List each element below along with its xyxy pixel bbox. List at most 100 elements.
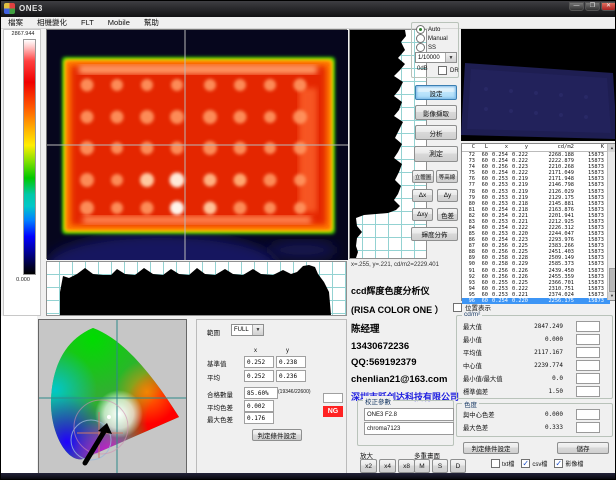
multi-S-button[interactable]: S [432,459,448,473]
cie-chromaticity-diagram[interactable] [38,319,187,479]
zoom-x8-button[interactable]: x8 [398,459,415,473]
colorbar-gradient [23,39,36,275]
contact-info: ccd辉度色度分析仪 (RISA COLOR ONE ） 陈经理 1343067… [351,284,463,409]
table-header-3: y [508,144,528,151]
judge-settings-button-mid[interactable]: 判定條件設定 [252,429,302,441]
zoom-x2-button[interactable]: x2 [360,459,377,473]
stat-value: 2117.167 [534,349,563,356]
chevron-down-icon: ▼ [252,325,263,335]
contact-qq: QQ:569192379 [351,357,463,368]
menu-item-2[interactable]: FLT [74,18,101,27]
menu-item-4[interactable]: 幫助 [137,17,166,28]
calibration-field-1[interactable]: ONE3 F2.8 [364,408,454,421]
position-checkbox[interactable] [453,303,462,312]
menu-item-3[interactable]: Mobile [101,18,137,27]
chroma-value: 0.333 [545,424,563,431]
table-cell: 0.220 [508,298,528,304]
average-x-field[interactable]: 0.252 [244,370,274,382]
menu-bar: 檔案相機變化FLTMobile幫助 [1,17,616,29]
scrollbar-thumb[interactable] [609,268,616,292]
reference-x-field[interactable]: 0.252 [244,356,274,368]
reference-y-field[interactable]: 0.238 [276,356,306,368]
radio-manual-label: Manual [428,36,448,42]
scroll-up-icon[interactable]: ▲ [608,144,616,152]
luminance-dist-button[interactable]: 輝度分佈 [411,227,458,241]
color-diff-button[interactable]: 色差 [437,208,458,221]
judge-settings-button-right[interactable]: 判定條件設定 [463,442,519,454]
table-header-0: C [462,144,475,151]
multi-D-button[interactable]: D [450,459,466,473]
calibration-field-2[interactable]: chroma7123 [364,422,454,435]
chroma-row: 與中心色差0.000 [463,408,608,420]
table-cell: 2256.175 [528,298,574,304]
zoom-buttons: x2x4x8 [360,459,415,473]
scroll-down-icon[interactable]: ▼ [608,292,616,300]
analyze-button[interactable]: 分析 [415,125,457,140]
minimize-button[interactable]: — [569,2,584,11]
app-icon [4,3,15,14]
save-button[interactable]: 儲存 [557,442,609,454]
measurement-table[interactable]: CLxycd/m2K 72600.2540.2222268.1881587373… [461,143,616,301]
save-check-box[interactable] [521,459,530,468]
menu-item-1[interactable]: 相機變化 [30,17,74,28]
save-check-2[interactable]: 影像檔 [554,459,583,468]
multi-M-button[interactable]: M [414,459,430,473]
range-dropdown[interactable]: FULL ▼ [231,324,264,336]
delta-y-button[interactable]: Δy [437,189,458,202]
shutter-value: 1/10000 [416,55,445,61]
save-check-box[interactable] [554,459,563,468]
zoom-x4-button[interactable]: x4 [379,459,396,473]
ng-status-badge: NG [323,406,343,417]
stereo-button[interactable]: 立體圖 [412,170,434,183]
chroma-stats-box: 色度 與中心色差0.000最大色差0.333 [456,403,613,437]
radio-manual[interactable] [416,34,425,43]
stat-value: 0.000 [545,336,563,343]
calibration-title: 校正參數 [363,396,393,406]
save-check-1[interactable]: csv檔 [521,459,547,468]
measurement-table-body: 72600.2540.2222268.1881587373600.2540.22… [462,152,610,304]
dr-checkbox[interactable] [438,66,447,75]
radio-auto[interactable] [416,25,425,34]
grab-button[interactable]: 影像擷取 [415,105,457,120]
reference-label: 基準值 [207,358,227,368]
delta-xy-button[interactable]: Δxy [412,208,433,221]
maximize-button[interactable]: ❐ [585,2,600,11]
close-button[interactable]: ✕ [601,2,616,11]
dr-label: DR [450,68,459,74]
luminance-heatmap[interactable] [46,29,347,259]
table-scrollbar[interactable]: ▲ ▼ [607,144,616,300]
avg-diff-field: 0.002 [244,400,274,412]
colorbar-panel: 2867.944 0.000 [3,29,41,316]
stat-row: 標準偏差 1.50 [463,385,608,397]
colorbar-max-value: 2867.944 [5,31,41,37]
average-y-field[interactable]: 0.236 [276,370,306,382]
title-bar [1,1,616,17]
col-y-header: y [286,348,289,354]
set-button[interactable]: 設定 [415,85,457,100]
save-check-0[interactable]: txt檔 [491,459,514,468]
gain-label: 0dB [417,66,428,72]
contour-button[interactable]: 等高線 [436,170,458,183]
stat-result-box [576,334,600,345]
chroma-result-box [576,409,600,420]
measure-button[interactable]: 測定 [414,146,458,162]
chroma-label: 與中心色差 [463,410,494,419]
menu-item-0[interactable]: 檔案 [1,17,30,28]
radio-ss[interactable] [416,43,425,52]
save-check-box[interactable] [491,459,500,468]
avg-diff-label: 平均色差 [207,402,233,412]
col-x-header: x [254,348,257,354]
stat-value: 1.50 [549,388,563,395]
capture-settings-box: Auto Manual SS 1/10000 ▼ 0dB DR [411,22,459,78]
shutter-dropdown[interactable]: 1/10000 ▼ [415,52,457,63]
contact-email: chenlian21@163.com [351,374,463,385]
window-title: ONE3 [19,4,43,13]
product-name: ccd辉度色度分析仪 [351,284,463,297]
horizontal-luminance-profile [46,261,347,316]
stat-result-box [576,373,600,384]
delta-x-button[interactable]: Δx [412,189,433,202]
maximize-icon: ❐ [586,3,599,10]
stat-label: 標準偏差 [463,387,488,396]
radio-auto-label: Auto [428,27,440,33]
window-bottom-border [1,473,616,480]
